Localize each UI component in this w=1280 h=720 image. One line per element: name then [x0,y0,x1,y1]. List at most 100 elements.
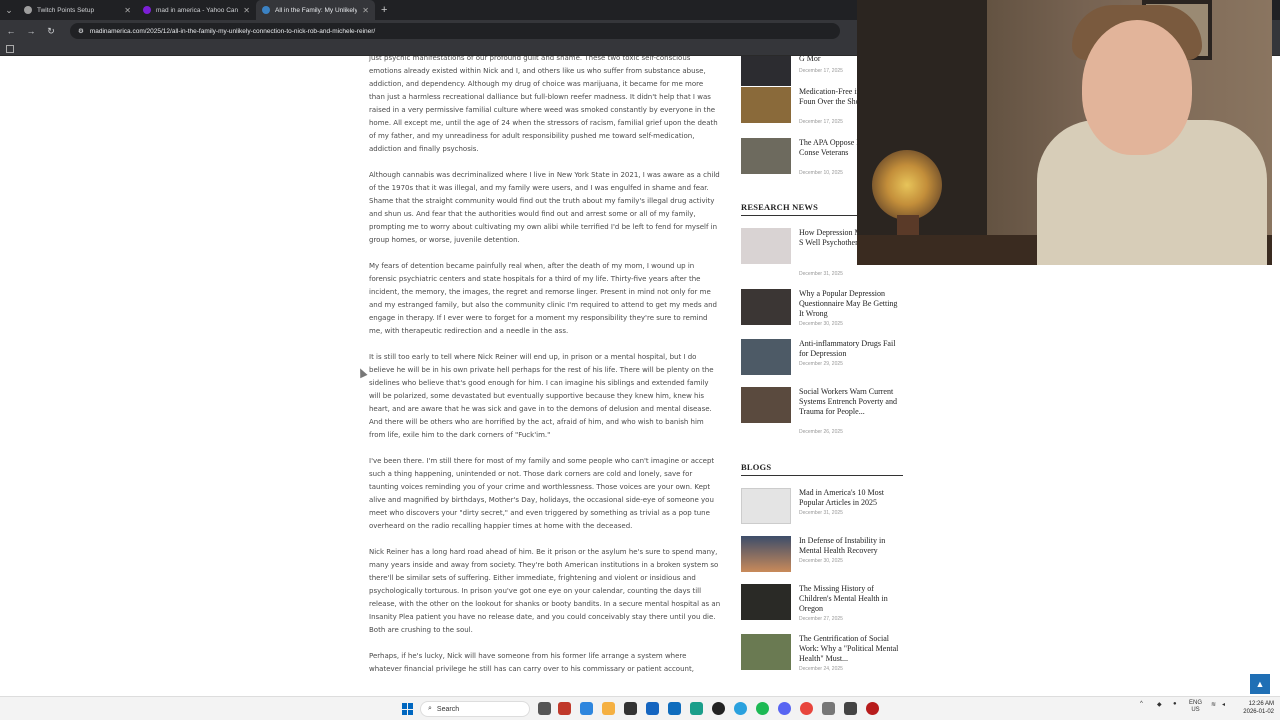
app-icon[interactable] [646,702,659,715]
tray-chevron-icon[interactable]: ^ [1140,701,1143,707]
article-paragraph: Although cannabis was decriminalized whe… [369,171,720,244]
url-field[interactable]: ⚙ madinamerica.com/2025/12/all-in-the-fa… [70,23,840,39]
research-article[interactable]: Social Workers Warn Current Systems Entr… [741,387,903,435]
article-date: December 10, 2025 [799,170,843,176]
article-title[interactable]: Why a Popular Depression Questionnaire M… [799,289,903,319]
language-indicator[interactable]: ENG US [1189,700,1202,714]
reload-icon[interactable]: ↻ [46,26,56,37]
search-label: Search [436,705,460,713]
windows-start-icon[interactable] [402,703,414,715]
research-article[interactable]: Anti-inflammatory Drugs Fail for Depress… [741,339,903,379]
blog-article[interactable]: The Missing History of Children's Mental… [741,584,903,624]
chrome-icon[interactable] [800,702,813,715]
article-paragraph: Nick Reiner has a long hard road ahead o… [369,548,721,634]
article-title[interactable]: Anti-inflammatory Drugs Fail for Depress… [799,339,903,359]
article-paragraph: I've been there. I'm still there for mos… [369,457,715,530]
article-date: December 26, 2025 [799,429,843,435]
article-thumbnail[interactable] [741,488,791,524]
outlook-icon[interactable] [668,702,681,715]
keyboard-region: US [1191,707,1200,713]
app-icon[interactable] [844,702,857,715]
file-explorer-icon[interactable] [602,702,615,715]
app-icon[interactable] [624,702,637,715]
article-title[interactable]: The Gentrification of Social Work: Why a… [799,634,903,664]
favicon-icon [24,6,32,14]
tab-title: All in the Family: My Unlikely Co [275,6,358,14]
site-info-icon[interactable]: ⚙ [78,27,84,35]
article-paragraph: It is still too early to tell where Nick… [369,353,714,439]
article-thumbnail[interactable] [741,387,791,423]
article-title[interactable]: Social Workers Warn Current Systems Entr… [799,387,903,417]
app-icon[interactable] [866,702,879,715]
article-date: December 24, 2025 [799,666,843,672]
article-date: December 31, 2025 [799,510,843,516]
new-tab-button[interactable]: + [381,4,387,16]
article-thumbnail[interactable] [741,87,791,123]
webcam-overlay [857,0,1272,265]
mia-favicon-icon [262,6,270,14]
tab-twitch-points[interactable]: Twitch Points Setup ✕ [18,0,137,20]
language-code: ENG [1189,700,1203,706]
article-date: December 29, 2025 [799,361,843,367]
article-thumbnail[interactable] [741,138,791,174]
article-date: December 17, 2025 [799,119,843,125]
tab-article[interactable]: All in the Family: My Unlikely Co ✕ [256,0,375,20]
system-clock[interactable]: 12:26 AM 2026-01-02 [1236,700,1274,716]
blog-article[interactable]: Mad in America's 10 Most Popular Article… [741,488,903,528]
clock-time: 12:26 AM [1248,701,1274,707]
tab-close-icon[interactable]: ✕ [124,6,131,15]
mouse-cursor [356,366,368,379]
yahoo-favicon-icon [143,6,151,14]
article-title[interactable]: In Defense of Instability in Mental Heal… [799,536,903,556]
blogs-heading: BLOGS [741,462,903,476]
article-thumbnail[interactable] [741,56,791,86]
article-date: December 27, 2025 [799,616,843,622]
volume-icon[interactable]: ◂ [1222,701,1225,708]
tab-title: Twitch Points Setup [37,6,95,14]
wifi-icon[interactable]: ≋ [1211,701,1216,708]
app-icon[interactable] [580,702,593,715]
research-article[interactable]: Why a Popular Depression Questionnaire M… [741,289,903,329]
article-thumbnail[interactable] [741,634,791,670]
url-text: madinamerica.com/2025/12/all-in-the-fami… [89,27,376,35]
edge-icon[interactable] [690,702,703,715]
tab-yahoo-search[interactable]: mad in america - Yahoo Canad ✕ [137,0,256,20]
webcam-person-head [1082,20,1192,155]
blog-article[interactable]: The Gentrification of Social Work: Why a… [741,634,903,674]
back-icon[interactable]: ← [6,26,16,36]
article-paragraph: My fears of detention became painfully r… [369,262,718,335]
tab-search-icon[interactable]: ⌄ [0,0,18,20]
webcam-door [857,0,987,265]
apps-icon[interactable] [6,45,14,53]
task-view-icon[interactable] [538,702,551,715]
article-paragraph: Perhaps, if he's lucky, Nick will have s… [369,652,694,673]
tab-close-icon[interactable]: ✕ [243,6,250,15]
article-date: December 31, 2025 [799,271,843,277]
article-date: December 30, 2025 [799,558,843,564]
settings-icon[interactable] [822,702,835,715]
back-to-top-button[interactable]: ▲ [1250,674,1270,694]
article-date: December 17, 2025 [799,68,843,74]
telegram-icon[interactable] [734,702,747,715]
article-body: just psychic manifestations of our profo… [369,56,721,689]
article-title[interactable]: The Missing History of Children's Mental… [799,584,903,614]
article-date: December 30, 2025 [799,321,843,327]
article-thumbnail[interactable] [741,289,791,325]
forward-icon[interactable]: → [26,26,36,36]
article-title[interactable]: Mad in America's 10 Most Popular Article… [799,488,903,508]
article-thumbnail[interactable] [741,228,791,264]
tab-close-icon[interactable]: ✕ [362,6,369,15]
app-icon[interactable] [712,702,725,715]
search-icon: ⌕ [428,705,432,712]
spotify-icon[interactable] [756,702,769,715]
microphone-icon[interactable]: ● [1173,701,1177,707]
article-thumbnail[interactable] [741,339,791,375]
discord-icon[interactable] [778,702,791,715]
blog-article[interactable]: In Defense of Instability in Mental Heal… [741,536,903,576]
taskbar: ⌕ Search ^ ◆ ● ENG US ≋ ◂ 12:26 AM 2026-… [0,696,1280,720]
tray-app-icon[interactable]: ◆ [1157,701,1162,708]
app-icon[interactable] [558,702,571,715]
article-thumbnail[interactable] [741,536,791,572]
article-thumbnail[interactable] [741,584,791,620]
taskbar-search[interactable]: ⌕ Search [420,701,530,717]
